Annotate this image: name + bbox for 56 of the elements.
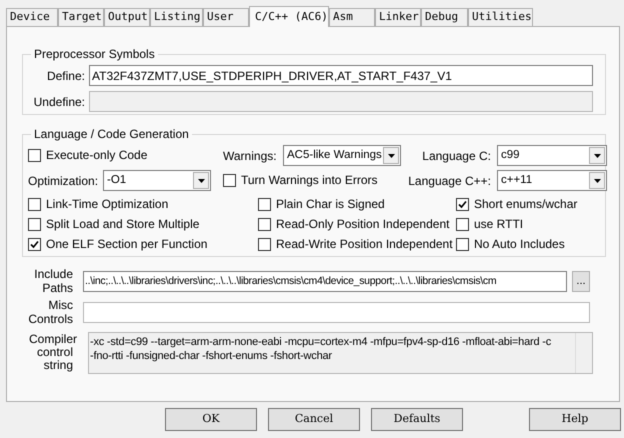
- group-title: Language / Code Generation: [33, 126, 190, 143]
- checkbox[interactable]: [223, 174, 236, 186]
- checkbox[interactable]: [456, 238, 469, 250]
- group-title: Preprocessor Symbols: [33, 46, 156, 63]
- dialog-button[interactable]: OK: [165, 408, 257, 431]
- dropdown[interactable]: AC5-like Warnings: [283, 145, 401, 166]
- text-field[interactable]: ..\inc;..\..\..\libraries\drivers\inc;..\..\..\libraries\cmsis\cm4\device_support;..\..\..\libraries\cmsis\cm: [83, 270, 567, 292]
- checkbox[interactable]: [258, 218, 271, 230]
- tab[interactable]: Linker: [375, 8, 421, 26]
- field-label: Compiler control string: [28, 332, 78, 372]
- checkbox-label: Turn Warnings into Errors: [241, 172, 378, 189]
- checkbox[interactable]: [28, 148, 41, 162]
- dialog-button[interactable]: Cancel: [268, 408, 360, 431]
- checkbox[interactable]: [258, 198, 271, 210]
- checked-checkbox[interactable]: [28, 238, 41, 250]
- checkbox-label: Short enums/wchar: [474, 196, 578, 213]
- checkbox-label: Read-Only Position Independent: [276, 216, 450, 233]
- dropdown[interactable]: c99: [497, 145, 607, 166]
- browse-button[interactable]: ...: [572, 270, 590, 292]
- dropdown[interactable]: -O1: [103, 170, 211, 191]
- tab[interactable]: Debug: [421, 8, 468, 26]
- tab[interactable]: Output: [104, 8, 150, 26]
- dropdown[interactable]: c++11: [497, 170, 607, 191]
- checkbox-label: Split Load and Store Multiple: [46, 216, 200, 233]
- tab[interactable]: Target: [58, 8, 104, 26]
- checkbox-label: Link-Time Optimization: [46, 196, 168, 213]
- dropdown-label: Language C:: [422, 148, 491, 162]
- read-only-text-area: -xc -std=c99 --target=arm-arm-none-eabi -mcpu=cortex-m4 -mfpu=fpv4-sp-d16 -mfloat-abi=hard -c -fno-rtti -funsigned-char -fshort-enums -fshort-wchar: [88, 332, 593, 374]
- dialog-button[interactable]: Defaults: [371, 408, 463, 431]
- dropdown-label: Optimization:: [28, 174, 98, 188]
- tab[interactable]: Asm: [329, 8, 375, 26]
- checkbox-label: No Auto Includes: [474, 236, 565, 253]
- field-label: Undefine:: [32, 94, 86, 110]
- checkbox-label: use RTTI: [474, 216, 524, 233]
- checkbox[interactable]: [258, 238, 271, 250]
- text-field[interactable]: [83, 302, 590, 322]
- checked-checkbox[interactable]: [456, 198, 469, 210]
- checkbox[interactable]: [28, 198, 41, 210]
- checkbox[interactable]: [28, 218, 41, 230]
- checkbox-label: Read-Write Position Independent: [276, 236, 453, 253]
- checkbox-label: One ELF Section per Function: [46, 236, 208, 253]
- dialog-button[interactable]: Help: [529, 408, 621, 431]
- tab[interactable]: User: [203, 8, 249, 26]
- checkbox-label: Plain Char is Signed: [276, 196, 385, 213]
- checkbox[interactable]: [456, 218, 469, 230]
- text-field[interactable]: AT32F437ZMT7,USE_STDPERIPH_DRIVER,AT_START_F437_V1: [89, 65, 593, 86]
- tab[interactable]: C/C++ (AC6): [249, 6, 329, 27]
- dropdown-label: Warnings:: [223, 148, 277, 162]
- tab[interactable]: Device: [6, 8, 58, 26]
- dropdown-label: Language C++:: [408, 174, 491, 188]
- checkbox-label: Execute-only Code: [46, 147, 148, 164]
- tab[interactable]: Utilities: [468, 8, 533, 26]
- field-label: Include Paths: [33, 267, 74, 295]
- field-label: Define:: [46, 68, 86, 84]
- tab[interactable]: Listing: [150, 8, 203, 26]
- field-label: Misc Controls: [27, 298, 74, 326]
